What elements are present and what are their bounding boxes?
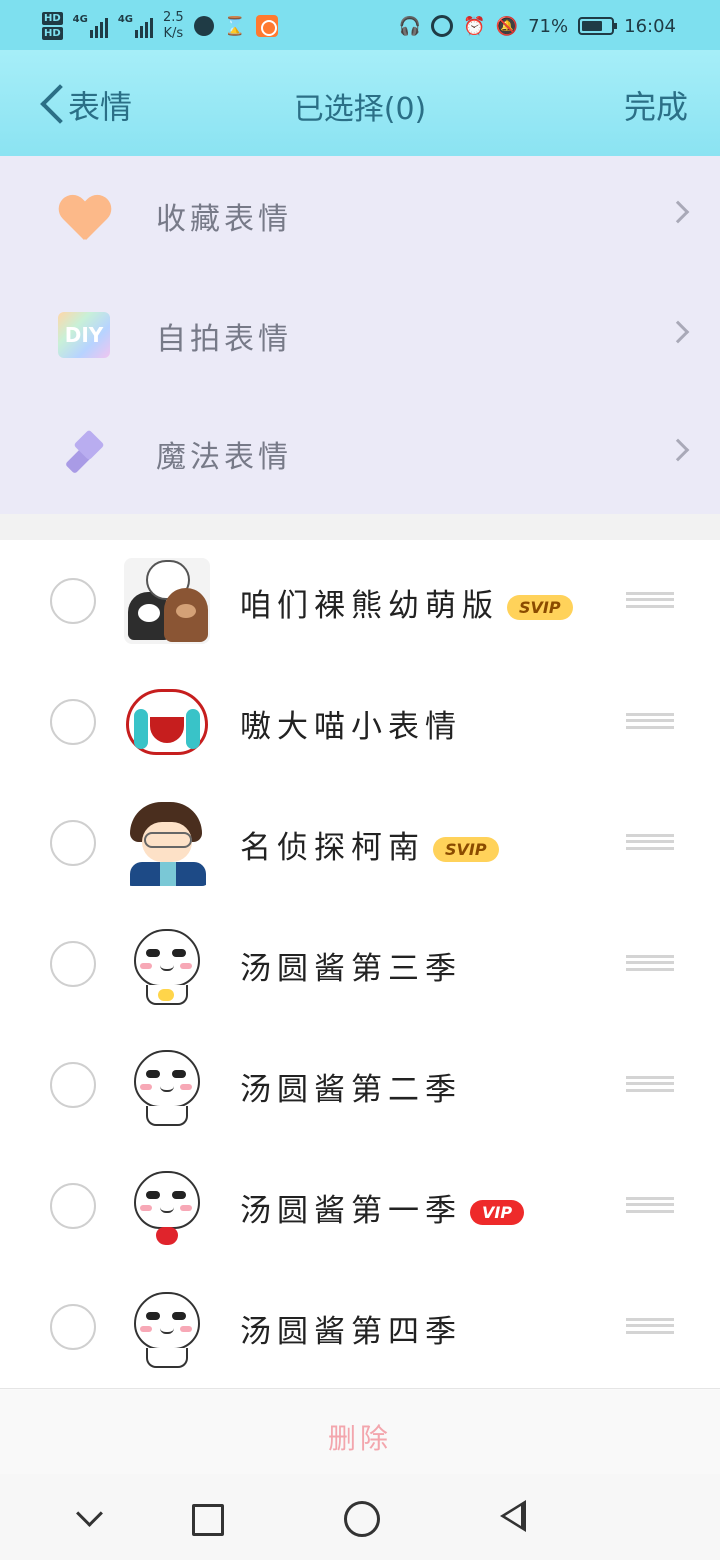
tangyuan-thumbnail [124, 1284, 210, 1370]
list-item[interactable]: 咱们裸熊幼萌版 SVIP [0, 540, 720, 661]
network-speed: 2.5 K/s [163, 10, 184, 42]
category-label: 收藏表情 [156, 202, 292, 237]
drag-handle-icon[interactable] [626, 1318, 674, 1334]
pack-name: 咱们裸熊幼萌版 SVIP [240, 580, 573, 625]
pack-name: 汤圆酱第二季 [240, 1064, 462, 1109]
list-item[interactable]: 嗷大喵小表情 [0, 661, 720, 782]
diy-icon: DIY [58, 312, 110, 358]
drag-handle-icon[interactable] [626, 1197, 674, 1213]
signal-1-icon: 4G [73, 14, 108, 38]
pack-name-text: 名侦探柯南 [240, 830, 425, 866]
delete-button[interactable]: 删除 [0, 1417, 720, 1457]
status-left: HD HD 4G 4G 2.5 K/s ⌛ [42, 6, 279, 46]
vip-badge: VIP [470, 1200, 525, 1225]
pack-name-text: 汤圆酱第一季 [240, 1193, 462, 1229]
list-item[interactable]: 名侦探柯南 SVIP [0, 782, 720, 903]
hd-indicators: HD HD [42, 12, 63, 40]
select-radio[interactable] [50, 1062, 96, 1108]
pack-name: 名侦探柯南 SVIP [240, 822, 499, 867]
status-bar: HD HD 4G 4G 2.5 K/s ⌛ 🎧 ⏰ 🔕 71% 16:04 [0, 0, 720, 50]
list-item[interactable]: 汤圆酱第二季 [0, 1024, 720, 1145]
svip-badge: SVIP [433, 837, 499, 862]
battery-percent: 71% [528, 15, 569, 37]
tangyuan-thumbnail [124, 1163, 210, 1249]
home-icon[interactable] [335, 1492, 385, 1542]
drag-handle-icon[interactable] [626, 1076, 674, 1092]
network-speed-unit: K/s [163, 26, 184, 41]
drag-handle-icon[interactable] [626, 834, 674, 850]
select-radio[interactable] [50, 1304, 96, 1350]
signal-2-icon: 4G [117, 14, 154, 38]
conan-thumbnail [124, 800, 210, 886]
select-radio[interactable] [50, 1183, 96, 1229]
select-radio[interactable] [50, 578, 96, 624]
eye-icon [431, 15, 454, 37]
title-bar: 表情 已选择(0) 完成 [0, 50, 720, 156]
hd-badge-2: HD [42, 27, 63, 40]
chevron-right-icon [666, 200, 690, 224]
network-speed-value: 2.5 [163, 10, 184, 25]
done-button[interactable]: 完成 [624, 82, 688, 128]
pack-name: 嗷大喵小表情 [240, 701, 462, 746]
tangyuan-thumbnail [124, 921, 210, 1007]
emoji-categories: 收藏表情 DIY 自拍表情 魔法表情 [0, 156, 720, 514]
crying-cat-thumbnail [124, 679, 210, 765]
sticker-pack-list[interactable]: 咱们裸熊幼萌版 SVIP 嗷大喵小表情 名侦探柯南 SVIP 汤圆酱第三季 汤圆酱第… [0, 540, 720, 1390]
heart-icon [58, 196, 112, 242]
alarm-icon: ⏰ [463, 15, 486, 37]
pack-name-text: 嗷大喵小表情 [240, 709, 462, 745]
back-triangle-icon[interactable] [490, 1492, 540, 1542]
hourglass-icon: ⌛ [223, 15, 247, 37]
app-notification-icon [256, 15, 279, 37]
drag-handle-icon[interactable] [626, 592, 674, 608]
pack-name-text: 咱们裸熊幼萌版 [240, 588, 499, 624]
tangyuan-thumbnail [124, 1042, 210, 1128]
clock: 16:04 [624, 15, 676, 37]
pack-name: 汤圆酱第一季 VIP [240, 1185, 525, 1230]
signal-1-label: 4G [72, 14, 88, 25]
pack-name-text: 汤圆酱第二季 [240, 1072, 462, 1108]
bottom-action-bar: 删除 [0, 1388, 720, 1474]
category-magic[interactable]: 魔法表情 [0, 394, 720, 512]
chevron-down-icon[interactable] [64, 1492, 114, 1542]
chevron-right-icon [666, 320, 690, 344]
drag-handle-icon[interactable] [626, 955, 674, 971]
category-label: 魔法表情 [156, 440, 292, 475]
status-right: 🎧 ⏰ 🔕 71% 16:04 [399, 6, 676, 46]
signal-2-label: 4G [117, 14, 134, 25]
pack-name-text: 汤圆酱第四季 [240, 1314, 462, 1350]
select-radio[interactable] [50, 699, 96, 745]
magic-wand-icon [60, 429, 108, 480]
select-radio[interactable] [50, 820, 96, 866]
chevron-right-icon [666, 438, 690, 462]
mute-icon: 🔕 [495, 15, 519, 37]
category-selfie[interactable]: DIY 自拍表情 [0, 276, 720, 394]
svip-badge: SVIP [507, 595, 573, 620]
hd-badge-1: HD [42, 12, 63, 25]
list-item[interactable]: 汤圆酱第一季 VIP [0, 1145, 720, 1266]
system-nav-bar [0, 1474, 720, 1560]
pack-name: 汤圆酱第三季 [240, 943, 462, 988]
select-radio[interactable] [50, 941, 96, 987]
list-item[interactable]: 汤圆酱第三季 [0, 903, 720, 1024]
recent-apps-icon[interactable] [180, 1492, 230, 1542]
drag-handle-icon[interactable] [626, 713, 674, 729]
headphones-icon: 🎧 [398, 15, 422, 37]
page-title: 已选择(0) [293, 92, 427, 127]
battery-icon [578, 17, 618, 35]
category-favorites[interactable]: 收藏表情 [0, 156, 720, 274]
pack-name: 汤圆酱第四季 [240, 1306, 462, 1351]
globe-icon [193, 16, 214, 36]
bears-thumbnail [124, 558, 210, 644]
battery-fill [582, 21, 602, 31]
pack-name-text: 汤圆酱第三季 [240, 951, 462, 987]
category-label: 自拍表情 [156, 322, 292, 357]
list-item[interactable]: 汤圆酱第四季 [0, 1266, 720, 1387]
